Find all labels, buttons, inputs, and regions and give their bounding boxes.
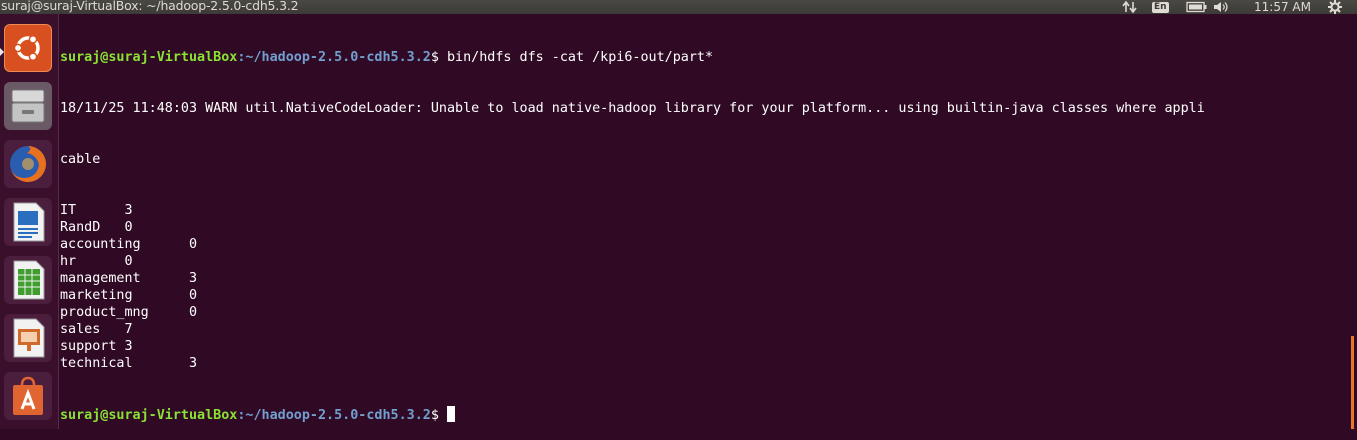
- keyboard-layout-indicator[interactable]: En: [1152, 0, 1169, 14]
- calc-spreadsheet-icon[interactable]: [4, 256, 52, 304]
- output-key: technical: [60, 356, 133, 371]
- prompt-user: suraj@suraj-VirtualBox: [60, 50, 238, 65]
- warn-line: 18/11/25 11:48:03 WARN util.NativeCodeLo…: [60, 101, 1205, 116]
- output-value: 0: [189, 237, 198, 252]
- command-text: bin/hdfs dfs -cat /kpi6-out/part*: [446, 50, 714, 65]
- output-row: IT 3: [60, 202, 1350, 219]
- command-line: suraj@suraj-VirtualBox:~/hadoop-2.5.0-cd…: [60, 49, 1350, 66]
- gear-icon[interactable]: [1328, 0, 1342, 14]
- output-row: product_mng 0: [60, 304, 1350, 321]
- tab-gap: [141, 271, 189, 286]
- output-value: 0: [124, 254, 133, 269]
- top-panel: suraj@suraj-VirtualBox: ~/hadoop-2.5.0-c…: [0, 0, 1357, 14]
- output-row: RandD 0: [60, 219, 1350, 236]
- output-key: IT: [60, 203, 77, 218]
- prompt-symbol: $: [430, 50, 447, 65]
- file-cabinet-icon[interactable]: [4, 82, 52, 130]
- current-prompt-line: suraj@suraj-VirtualBox:~/hadoop-2.5.0-cd…: [60, 406, 1350, 423]
- impress-presentation-icon[interactable]: [4, 314, 52, 362]
- prompt-symbol: $: [430, 408, 447, 423]
- output-row: accounting 0: [60, 236, 1350, 253]
- output-value: 0: [189, 288, 198, 303]
- clock[interactable]: 11:57 AM: [1254, 0, 1311, 14]
- output-row: support 3: [60, 338, 1350, 355]
- text-cursor: [446, 406, 455, 422]
- tab-gap: [141, 237, 189, 252]
- firefox-icon[interactable]: [4, 140, 52, 188]
- output-key: product_mng: [60, 305, 149, 320]
- output-row: sales 7: [60, 321, 1350, 338]
- tab-gap: [100, 322, 124, 337]
- tab-gap: [76, 254, 124, 269]
- battery-icon[interactable]: [1186, 0, 1208, 14]
- output-value: 3: [189, 356, 198, 371]
- output-value: 0: [124, 220, 133, 235]
- tab-gap: [116, 339, 124, 354]
- shopping-bag-icon[interactable]: [4, 372, 52, 420]
- ubuntu-logo-icon[interactable]: [4, 24, 52, 72]
- terminal-output[interactable]: suraj@suraj-VirtualBox:~/hadoop-2.5.0-cd…: [60, 15, 1350, 429]
- output-value: 3: [124, 339, 133, 354]
- output-row: marketing 0: [60, 287, 1350, 304]
- output-value: 3: [124, 203, 133, 218]
- output-key: marketing: [60, 288, 133, 303]
- output-key: RandD: [60, 220, 101, 235]
- tab-gap: [133, 356, 189, 371]
- tab-gap: [76, 203, 124, 218]
- launcher: [0, 14, 59, 429]
- network-updown-icon[interactable]: [1122, 0, 1138, 14]
- keyboard-layout-label: En: [1152, 1, 1169, 13]
- prompt-user: suraj@suraj-VirtualBox: [60, 408, 238, 423]
- output-key: sales: [60, 322, 101, 337]
- window-title: suraj@suraj-VirtualBox: ~/hadoop-2.5.0-c…: [1, 0, 299, 13]
- output-key: support: [60, 339, 117, 354]
- speaker-icon[interactable]: [1213, 0, 1229, 14]
- output-key: management: [60, 271, 141, 286]
- tab-gap: [100, 220, 124, 235]
- tab-gap: [133, 288, 189, 303]
- tab-gap: [149, 305, 189, 320]
- output-value: 7: [124, 322, 133, 337]
- writer-document-icon[interactable]: [4, 198, 52, 246]
- prompt-path: :~/hadoop-2.5.0-cdh5.3.2: [237, 408, 431, 423]
- scrollbar[interactable]: [1351, 336, 1354, 429]
- output-value: 3: [189, 271, 198, 286]
- output-row: technical 3: [60, 355, 1350, 372]
- output-key: hr: [60, 254, 77, 269]
- output-row: hr 0: [60, 253, 1350, 270]
- output-row: management 3: [60, 270, 1350, 287]
- output-value: 0: [189, 305, 198, 320]
- prompt-path: :~/hadoop-2.5.0-cdh5.3.2: [237, 50, 431, 65]
- warn-line-wrap: cable: [60, 152, 101, 167]
- output-key: accounting: [60, 237, 141, 252]
